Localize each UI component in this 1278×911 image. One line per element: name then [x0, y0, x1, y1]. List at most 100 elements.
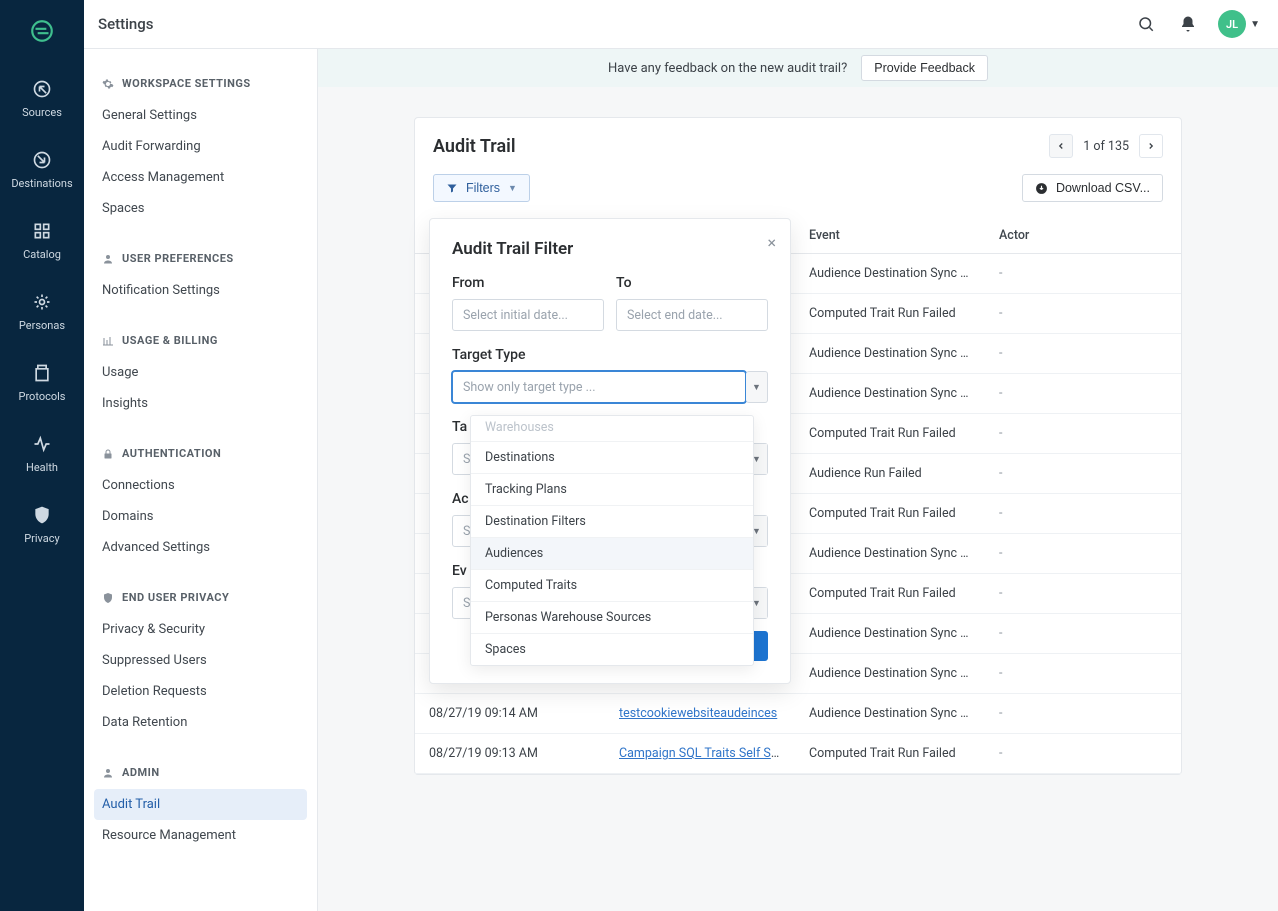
nav-rail: Sources Destinations Catalog Personas Protoc… — [0, 0, 84, 911]
sidebar-section-auth: AUTHENTICATION — [94, 439, 307, 470]
download-icon — [1035, 182, 1048, 195]
rail-item-privacy[interactable]: Privacy — [11, 504, 72, 545]
column-event: Event — [795, 218, 985, 254]
rail-item-label: Catalog — [23, 248, 61, 261]
cell-actor: - — [985, 454, 1181, 494]
sidebar-item-usage[interactable]: Usage — [94, 357, 307, 388]
cell-event: Computed Trait Run Failed — [795, 574, 985, 614]
main-content: Have any feedback on the new audit trail… — [318, 49, 1278, 911]
sidebar-item-audit-forwarding[interactable]: Audit Forwarding — [94, 131, 307, 162]
to-date-input[interactable]: Select end date... — [616, 299, 768, 331]
page-title: Settings — [98, 15, 154, 33]
search-icon[interactable] — [1136, 14, 1156, 34]
sources-icon — [31, 78, 53, 100]
pager: 1 of 135 — [1049, 134, 1163, 158]
download-csv-label: Download CSV... — [1056, 181, 1150, 195]
cell-actor: - — [985, 334, 1181, 374]
sidebar-item-advanced-settings[interactable]: Advanced Settings — [94, 532, 307, 563]
sidebar-item-connections[interactable]: Connections — [94, 470, 307, 501]
sidebar-item-suppressed-users[interactable]: Suppressed Users — [94, 645, 307, 676]
sidebar-item-deletion-requests[interactable]: Deletion Requests — [94, 676, 307, 707]
target-type-label: Target Type — [452, 347, 768, 363]
rail-item-protocols[interactable]: Protocols — [11, 362, 72, 403]
cell-event: Audience Destination Sync Fail... — [795, 654, 985, 694]
avatar[interactable]: JL — [1218, 10, 1246, 38]
sidebar-section-userprefs: USER PREFERENCES — [94, 244, 307, 275]
sidebar-section-title: USAGE & BILLING — [122, 334, 218, 347]
chart-icon — [102, 335, 114, 347]
filters-button-label: Filters — [466, 181, 500, 195]
target-link[interactable]: Campaign SQL Traits Self Servi... — [619, 746, 795, 761]
cell-actor: - — [985, 494, 1181, 534]
cell-actor: - — [985, 694, 1181, 734]
rail-item-label: Protocols — [19, 390, 66, 403]
sidebar-section-usage: USAGE & BILLING — [94, 326, 307, 357]
dropdown-option[interactable]: Audiences — [471, 538, 753, 570]
close-icon[interactable]: × — [767, 233, 776, 252]
cell-event: Audience Destination Sync Fail... — [795, 614, 985, 654]
rail-item-catalog[interactable]: Catalog — [11, 220, 72, 261]
personas-icon — [31, 291, 53, 313]
target-type-select[interactable]: Show only target type ... — [452, 371, 746, 403]
rail-item-personas[interactable]: Personas — [11, 291, 72, 332]
cell-event: Audience Destination Sync Fail... — [795, 534, 985, 574]
sidebar-section-admin: ADMIN — [94, 758, 307, 789]
dropdown-option[interactable]: Tracking Plans — [471, 474, 753, 506]
sidebar-item-insights[interactable]: Insights — [94, 388, 307, 419]
table-row: 08/27/19 09:14 AMtestcookiewebsiteaudein… — [415, 694, 1181, 734]
sidebar-item-resource-management[interactable]: Resource Management — [94, 820, 307, 851]
sidebar-item-domains[interactable]: Domains — [94, 501, 307, 532]
shield-icon — [102, 592, 114, 604]
sidebar-item-notification-settings[interactable]: Notification Settings — [94, 275, 307, 306]
sidebar-item-audit-trail[interactable]: Audit Trail — [94, 789, 307, 820]
sidebar-item-privacy-security[interactable]: Privacy & Security — [94, 614, 307, 645]
dropdown-option[interactable]: Warehouses — [471, 416, 753, 442]
cell-event: Computed Trait Run Failed — [795, 414, 985, 454]
card-title: Audit Trail — [433, 136, 516, 157]
sidebar-section-workspace: WORKSPACE SETTINGS — [94, 69, 307, 100]
cell-event: Audience Destination Sync Fail... — [795, 334, 985, 374]
target-type-caret[interactable]: ▼ — [746, 371, 768, 403]
from-label: From — [452, 275, 604, 291]
sidebar-section-title: END USER PRIVACY — [122, 591, 229, 604]
dropdown-option[interactable]: Computed Traits — [471, 570, 753, 602]
provide-feedback-button[interactable]: Provide Feedback — [861, 55, 988, 81]
sidebar-item-access-management[interactable]: Access Management — [94, 162, 307, 193]
pager-next-button[interactable] — [1139, 134, 1163, 158]
bell-icon[interactable] — [1178, 14, 1198, 34]
cell-actor: - — [985, 254, 1181, 294]
cell-actor: - — [985, 374, 1181, 414]
download-csv-button[interactable]: Download CSV... — [1022, 174, 1163, 202]
settings-sidebar: WORKSPACE SETTINGSGeneral SettingsAudit … — [84, 49, 318, 911]
rail-item-health[interactable]: Health — [11, 433, 72, 474]
from-date-input[interactable]: Select initial date... — [452, 299, 604, 331]
sidebar-section-title: USER PREFERENCES — [122, 252, 234, 265]
avatar-caret-icon[interactable]: ▼ — [1250, 19, 1260, 30]
user-icon — [102, 253, 114, 265]
cell-event: Audience Destination Sync Fail... — [795, 694, 985, 734]
rail-item-sources[interactable]: Sources — [11, 78, 72, 119]
sidebar-item-data-retention[interactable]: Data Retention — [94, 707, 307, 738]
cell-target: Campaign SQL Traits Self Servi... — [605, 734, 795, 774]
dropdown-option[interactable]: Destination Filters — [471, 506, 753, 538]
target-link[interactable]: testcookiewebsiteaudeinces — [619, 706, 777, 721]
caret-down-icon: ▼ — [508, 183, 517, 193]
dropdown-option[interactable]: Destinations — [471, 442, 753, 474]
filters-button[interactable]: Filters ▼ — [433, 174, 530, 202]
cell-actor: - — [985, 574, 1181, 614]
sidebar-item-spaces[interactable]: Spaces — [94, 193, 307, 224]
destinations-icon — [31, 149, 53, 171]
cell-actor: - — [985, 734, 1181, 774]
privacy-icon — [31, 504, 53, 526]
filter-popover: × Audit Trail Filter From Select initial… — [429, 218, 791, 684]
cell-actor: - — [985, 414, 1181, 454]
cell-actor: - — [985, 654, 1181, 694]
dropdown-option[interactable]: Personas Warehouse Sources — [471, 602, 753, 634]
sidebar-item-general-settings[interactable]: General Settings — [94, 100, 307, 131]
rail-item-label: Health — [26, 461, 58, 474]
rail-item-destinations[interactable]: Destinations — [11, 149, 72, 190]
cell-event: Audience Destination Sync Fail... — [795, 374, 985, 414]
dropdown-option[interactable]: Spaces — [471, 634, 753, 665]
pager-prev-button[interactable] — [1049, 134, 1073, 158]
cell-event: Computed Trait Run Failed — [795, 294, 985, 334]
